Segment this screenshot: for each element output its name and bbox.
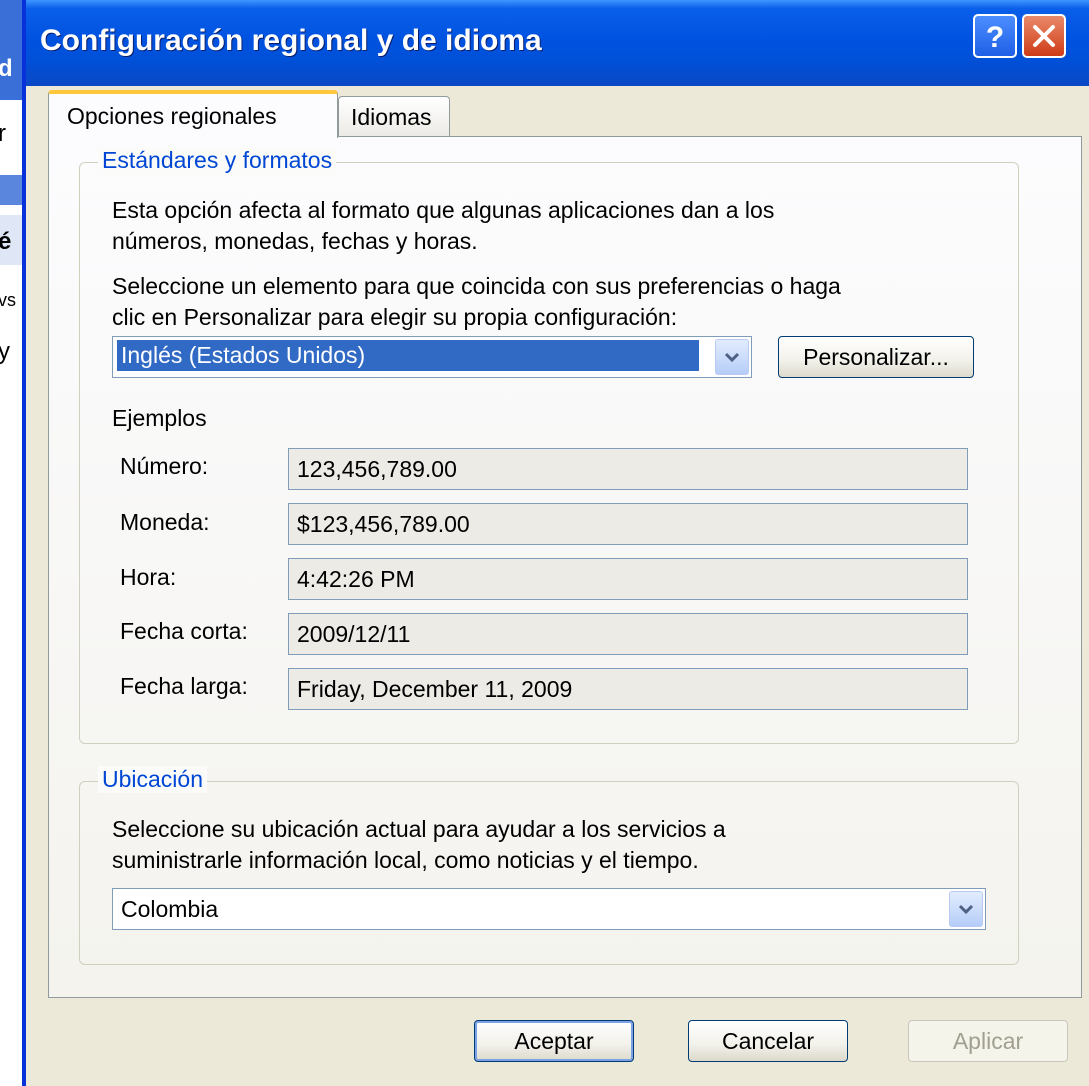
example-label-time: Hora: [120, 564, 177, 590]
tab-label: Opciones regionales [67, 103, 277, 129]
tab-regional-options[interactable]: Opciones regionales [48, 90, 338, 138]
example-label-short-date: Fecha corta: [120, 618, 248, 644]
close-button[interactable] [1022, 14, 1066, 58]
regional-settings-dialog: Configuración regional y de idioma ? Opc… [22, 0, 1089, 1086]
example-field-time: 4:42:26 PM [288, 558, 968, 600]
help-button[interactable]: ? [973, 14, 1017, 58]
cancel-button[interactable]: Cancelar [688, 1020, 848, 1062]
background-fragment: vs [0, 290, 16, 310]
example-value-time: 4:42:26 PM [297, 566, 415, 592]
examples-title: Ejemplos [112, 405, 207, 431]
background-fragment: r [0, 120, 6, 147]
standards-description: Esta opción afecta al formato que alguna… [112, 197, 775, 223]
question-mark-icon: ? [986, 21, 1004, 51]
close-x-icon [1033, 25, 1055, 47]
location-description: Seleccione su ubicación actual para ayud… [112, 816, 726, 842]
apply-button[interactable]: Aplicar [908, 1020, 1068, 1062]
example-field-long-date: Friday, December 11, 2009 [288, 668, 968, 710]
cancel-button-label: Cancelar [721, 1027, 815, 1054]
ok-button-label: Aceptar [514, 1027, 594, 1054]
chevron-down-icon [724, 352, 740, 363]
format-selected-value: Inglés (Estados Unidos) [117, 340, 699, 371]
standards-instruction: Seleccione un elemento para que coincida… [112, 273, 841, 299]
tab-languages[interactable]: Idiomas [338, 96, 450, 136]
example-field-short-date: 2009/12/11 [288, 613, 968, 655]
dropdown-arrow[interactable] [715, 339, 749, 375]
background-fragment: y [0, 338, 10, 365]
example-value-currency: $123,456,789.00 [297, 511, 470, 537]
location-dropdown[interactable]: Colombia [112, 888, 986, 930]
example-field-currency: $123,456,789.00 [288, 503, 968, 545]
chevron-down-icon [958, 904, 974, 915]
apply-button-label: Aplicar [952, 1027, 1024, 1054]
title-bar[interactable]: Configuración regional y de idioma ? [26, 0, 1089, 86]
customize-button[interactable]: Personalizar... [778, 336, 974, 378]
standards-formats-group: Estándares y formatos Esta opción afecta… [79, 147, 1019, 744]
example-field-number: 123,456,789.00 [288, 448, 968, 490]
window-title: Configuración regional y de idioma [40, 24, 542, 57]
format-dropdown[interactable]: Inglés (Estados Unidos) [112, 336, 752, 378]
group-title: Ubicación [98, 766, 207, 793]
location-selected-value: Colombia [121, 896, 219, 922]
example-label-number: Número: [120, 453, 209, 479]
example-value-number: 123,456,789.00 [297, 456, 457, 482]
svg-text:?: ? [986, 21, 1004, 51]
example-value-short-date: 2009/12/11 [297, 621, 411, 647]
background-fragment: d [0, 55, 13, 82]
ok-button[interactable]: Aceptar [474, 1020, 634, 1062]
location-description: suministrarle información local, como no… [112, 847, 699, 873]
dropdown-arrow[interactable] [949, 891, 983, 927]
example-value-long-date: Friday, December 11, 2009 [297, 676, 573, 702]
group-title: Estándares y formatos [98, 147, 337, 174]
standards-instruction: clic en Personalizar para elegir su prop… [112, 304, 678, 330]
standards-description: números, monedas, fechas y horas. [112, 228, 478, 254]
customize-button-label: Personalizar... [803, 343, 949, 370]
example-label-long-date: Fecha larga: [120, 673, 248, 699]
tab-panel: Estándares y formatos Esta opción afecta… [48, 136, 1082, 998]
tab-label: Idiomas [351, 104, 432, 130]
location-group: Ubicación Seleccione su ubicación actual… [79, 766, 1019, 965]
background-fragment: é [0, 228, 12, 255]
example-label-currency: Moneda: [120, 509, 210, 535]
